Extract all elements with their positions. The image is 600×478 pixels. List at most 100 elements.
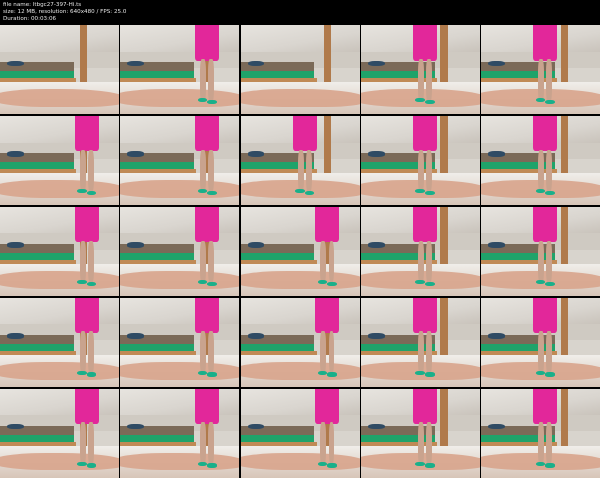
pillow: [367, 242, 385, 248]
leg: [546, 58, 553, 102]
video-thumbnail[interactable]: [481, 297, 600, 387]
green-shoe: [207, 372, 217, 377]
pillow: [488, 333, 505, 339]
green-shoe: [425, 99, 435, 105]
green-shoe: [207, 99, 217, 105]
video-thumbnail[interactable]: [481, 115, 600, 205]
video-thumbnail[interactable]: [0, 115, 119, 205]
green-shoe: [86, 463, 97, 468]
green-shoe: [425, 281, 435, 286]
ceiling-slope: [120, 206, 240, 234]
pink-dress: [315, 206, 340, 243]
pink-dress: [74, 297, 99, 334]
body-on-floor: [0, 89, 119, 107]
file-name-text: file name: ltbgc27-397-Hi.ts: [3, 2, 82, 8]
body-on-floor: [0, 361, 119, 380]
bed-mattress: [120, 162, 195, 170]
video-thumbnail[interactable]: [120, 115, 240, 205]
pillow: [367, 151, 385, 157]
pillow: [127, 60, 145, 66]
video-thumbnail[interactable]: [120, 297, 240, 387]
ceiling-slope: [240, 25, 360, 52]
pink-dress: [195, 297, 220, 334]
leg: [417, 331, 424, 375]
pink-dress: [533, 388, 558, 425]
green-shoe: [415, 461, 425, 466]
pillow: [367, 60, 385, 66]
video-thumbnail[interactable]: [360, 388, 480, 478]
wooden-beam: [440, 388, 448, 447]
pink-dress: [533, 297, 558, 334]
video-thumbnail[interactable]: [240, 25, 360, 114]
leg: [426, 149, 433, 193]
pink-dress: [413, 115, 437, 152]
video-thumbnail[interactable]: [360, 115, 480, 205]
video-thumbnail[interactable]: [0, 297, 119, 387]
green-shoe: [415, 279, 425, 285]
ceiling-slope: [240, 297, 360, 325]
green-shoe: [425, 463, 435, 468]
bed-mattress: [0, 343, 74, 352]
leg: [79, 331, 86, 375]
leg: [199, 149, 206, 193]
pink-dress: [413, 388, 437, 425]
body-on-floor: [240, 270, 360, 289]
leg: [88, 331, 94, 375]
video-thumbnail[interactable]: [240, 297, 360, 387]
green-shoe: [425, 190, 435, 196]
body-on-floor: [0, 452, 119, 471]
wooden-beam: [440, 25, 448, 83]
body-on-floor: [240, 361, 360, 380]
ceiling-slope: [0, 388, 119, 416]
video-thumbnail[interactable]: [481, 25, 600, 114]
leg: [538, 422, 545, 466]
green-shoe: [317, 370, 328, 376]
video-thumbnail[interactable]: [360, 206, 480, 296]
video-thumbnail[interactable]: [120, 206, 240, 296]
leg: [199, 58, 206, 102]
pink-dress: [292, 115, 317, 152]
leg: [538, 149, 545, 193]
green-shoe: [545, 99, 555, 105]
pink-dress: [74, 115, 99, 152]
leg: [328, 422, 335, 466]
pink-dress: [533, 25, 558, 61]
leg: [320, 240, 327, 284]
green-shoe: [197, 279, 208, 285]
leg: [208, 331, 215, 375]
pillow: [7, 60, 24, 66]
leg: [426, 240, 433, 284]
wooden-beam: [440, 206, 448, 265]
video-thumbnail[interactable]: [360, 297, 480, 387]
leg: [328, 240, 335, 284]
pillow: [127, 242, 145, 248]
body-on-floor: [240, 452, 360, 471]
pillow: [247, 333, 265, 339]
ceiling-slope: [120, 388, 240, 416]
video-thumbnail[interactable]: [0, 206, 119, 296]
bed-mattress: [0, 71, 74, 79]
video-thumbnail[interactable]: [360, 25, 480, 114]
ceiling-slope: [0, 25, 119, 52]
wooden-beam: [560, 25, 568, 83]
video-thumbnail[interactable]: [240, 388, 360, 478]
pink-dress: [74, 206, 99, 243]
video-thumbnail[interactable]: [481, 206, 600, 296]
body-on-floor: [120, 89, 240, 107]
video-thumbnail[interactable]: [240, 206, 360, 296]
leg: [305, 149, 312, 193]
green-shoe: [86, 190, 97, 196]
leg: [417, 149, 424, 193]
green-shoe: [77, 279, 87, 285]
video-thumbnail[interactable]: [240, 115, 360, 205]
video-thumbnail[interactable]: [0, 25, 119, 114]
pillow: [7, 242, 24, 248]
bed-mattress: [0, 253, 74, 261]
green-shoe: [304, 190, 315, 196]
video-thumbnail[interactable]: [0, 388, 119, 478]
video-thumbnail[interactable]: [120, 388, 240, 478]
video-thumbnail[interactable]: [120, 25, 240, 114]
pillow: [127, 151, 145, 157]
video-thumbnail[interactable]: [481, 388, 600, 478]
bed-mattress: [120, 434, 195, 442]
